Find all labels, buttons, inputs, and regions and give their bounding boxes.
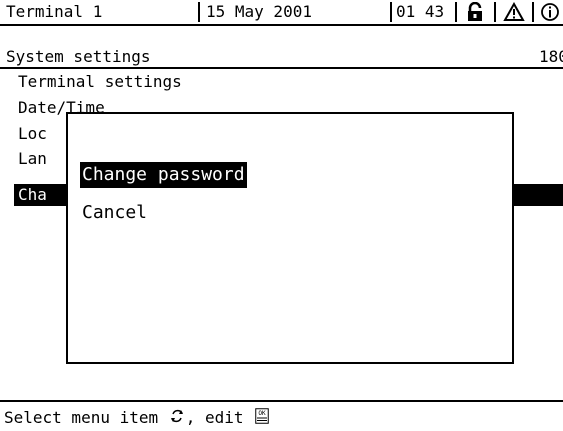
cancel-option[interactable]: Cancel (80, 200, 149, 226)
menu-item-label: Loc (18, 124, 47, 143)
change-password-option[interactable]: Change password (80, 162, 247, 188)
separator (532, 2, 534, 22)
separator (455, 2, 457, 22)
terminal-name: Terminal 1 (6, 2, 103, 21)
menu-item-label: Terminal settings (18, 72, 182, 91)
help-text: Select menu item , edit OK (4, 406, 271, 431)
svg-text:OK: OK (259, 410, 267, 417)
menu-item-label: Lan (18, 149, 47, 168)
bottom-divider (0, 400, 563, 402)
help-select-text: Select menu item (4, 408, 159, 427)
help-edit-text: , edit (185, 408, 244, 427)
menu-item-terminal-settings[interactable]: Terminal settings (0, 71, 563, 93)
menu-item-label: Cha (18, 185, 47, 204)
info-icon (537, 2, 563, 22)
separator (390, 2, 392, 22)
terminal-screen: Terminal 1 15 May 2001 01 43 System sett… (0, 0, 563, 430)
title-counter: 180 (539, 47, 563, 66)
date-display: 15 May 2001 (206, 2, 312, 21)
lock-icon (462, 2, 488, 22)
ok-icon: OK (255, 407, 269, 431)
separator (198, 2, 200, 22)
scroll-arrows-icon (170, 407, 184, 431)
separator (494, 2, 496, 22)
status-bar: Terminal 1 15 May 2001 01 43 (0, 0, 563, 24)
help-bar: Select menu item , edit OK (0, 404, 563, 430)
status-divider (0, 24, 563, 26)
title-row: System settings 180 (0, 45, 563, 69)
warning-icon (501, 2, 527, 22)
popup-dialog: Change password Cancel (66, 112, 514, 364)
page-title: System settings (6, 47, 151, 66)
time-display: 01 43 (396, 2, 445, 21)
title-divider (0, 67, 563, 69)
